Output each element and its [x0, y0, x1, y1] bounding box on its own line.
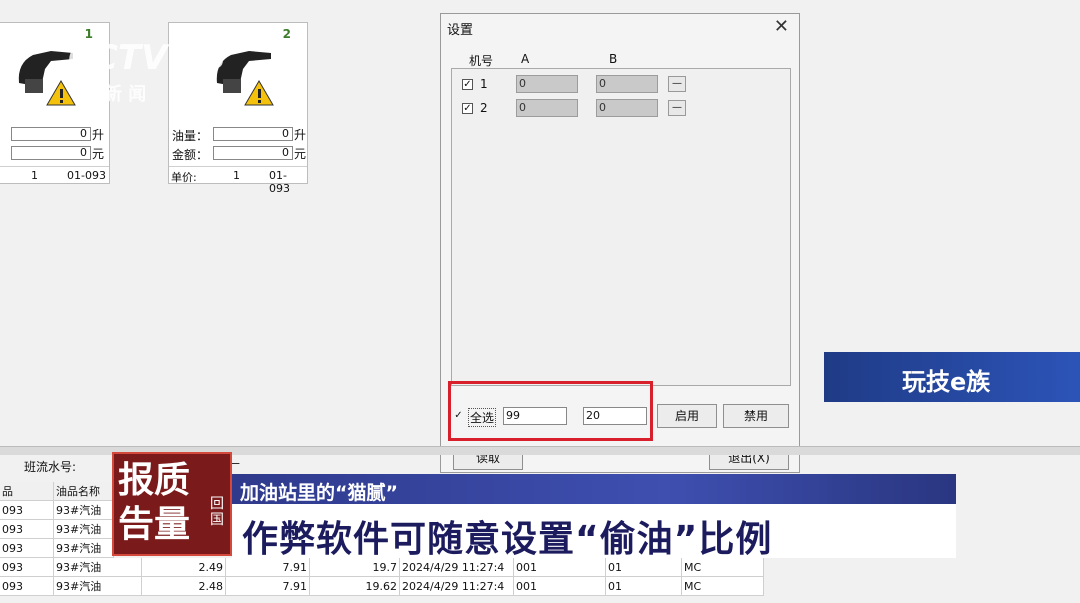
- oil-volume-field: 0: [213, 127, 293, 141]
- column-header-b: B: [609, 52, 618, 66]
- unit-price-label: 单价:: [171, 171, 197, 184]
- field-a[interactable]: 0: [516, 75, 578, 93]
- table-cell: 93#汽油: [54, 539, 114, 558]
- table-cell: 2024/4/29 11:27:4: [400, 577, 514, 596]
- table-cell: 93#汽油: [54, 577, 142, 596]
- machine-list-panel: ✓ 1 0 0 — ✓ 2 0 0 —: [451, 68, 791, 386]
- table-cell: 01: [606, 577, 682, 596]
- row-action-button[interactable]: —: [668, 76, 686, 92]
- watermark-sub: 新 闻: [104, 84, 147, 105]
- amount-unit: 元: [294, 147, 307, 161]
- table-cell: 093: [0, 577, 54, 596]
- disable-button[interactable]: 禁用: [723, 404, 789, 428]
- enable-button[interactable]: 启用: [657, 404, 717, 428]
- table-cell: 093: [0, 539, 54, 558]
- table-cell: 93#汽油: [54, 501, 114, 520]
- highlight-box: [448, 381, 653, 441]
- dialog-title: 设置: [447, 23, 474, 38]
- amount-field: 0: [213, 146, 293, 160]
- header-product: 品: [0, 482, 54, 501]
- pump-card-footer: 单价: 1 01-093: [169, 166, 307, 195]
- logo-side-text: 回国: [210, 496, 224, 528]
- logo-line-1: 报质: [118, 459, 191, 501]
- headline-main: 作弊软件可随意设置“偷油”比例: [242, 519, 773, 560]
- quality-report-logo: 报质 告量 回国: [112, 452, 232, 556]
- close-icon[interactable]: ✕: [774, 16, 789, 37]
- oil-unit: 升: [294, 128, 307, 142]
- headline-subtitle-bar: 加油站里的“猫腻”: [232, 474, 956, 504]
- pump-card-footer: 1 01-093: [0, 166, 109, 185]
- table-cell: 93#汽油: [54, 520, 114, 539]
- table-cell: 93#汽油: [54, 558, 142, 577]
- row-checkbox[interactable]: ✓: [462, 103, 473, 114]
- column-header-machine: 机号: [469, 54, 494, 68]
- field-b[interactable]: 0: [596, 99, 658, 117]
- table-cell: 093: [0, 501, 54, 520]
- header-oil-name: 油品名称: [54, 482, 114, 501]
- headline-main-bar: 作弊软件可随意设置“偷油”比例: [232, 504, 956, 560]
- oil-unit: 升: [92, 128, 105, 142]
- unit-price-value: 1: [233, 169, 240, 182]
- logo-line-2: 告量: [118, 503, 191, 545]
- amount-unit: 元: [92, 147, 105, 161]
- cctv-news-watermark: 新 闻: [104, 80, 146, 106]
- field-a[interactable]: 0: [516, 99, 578, 117]
- amount-field: 0: [11, 146, 91, 160]
- row-checkbox[interactable]: ✓: [462, 79, 473, 90]
- brand-tag-text: 玩技e族: [902, 368, 991, 396]
- row-action-button[interactable]: —: [668, 100, 686, 116]
- pump-code: 01-093: [269, 169, 290, 195]
- cctv13-watermark: CCTV 13: [68, 38, 227, 78]
- headline-small: 加油站里的“猫腻”: [240, 482, 398, 504]
- table-cell: 2.48: [142, 577, 226, 596]
- machine-id: 2: [480, 101, 488, 115]
- table-cell: 093: [0, 520, 54, 539]
- table-cell: 7.91: [226, 577, 310, 596]
- table-cell: 001: [514, 577, 606, 596]
- watermark-logo: CCTV 13: [68, 38, 227, 78]
- machine-id: 1: [480, 77, 488, 91]
- amount-label: 金额：: [172, 148, 209, 162]
- oil-volume-label: 油量：: [172, 129, 209, 143]
- pump-code: 01-093: [67, 169, 106, 182]
- column-header-a: A: [521, 52, 530, 66]
- field-b[interactable]: 0: [596, 75, 658, 93]
- oil-volume-field: 0: [11, 127, 91, 141]
- brand-tag: 玩技e族: [824, 352, 1080, 402]
- table-cell: MC: [682, 577, 764, 596]
- shift-serial-label: 班流水号:: [24, 460, 77, 474]
- table-cell: 19.62: [310, 577, 400, 596]
- table-cell: 2.49: [142, 558, 226, 577]
- table-cell: 093: [0, 558, 54, 577]
- pump-number: 2: [282, 27, 291, 41]
- unit-price-value: 1: [31, 169, 38, 182]
